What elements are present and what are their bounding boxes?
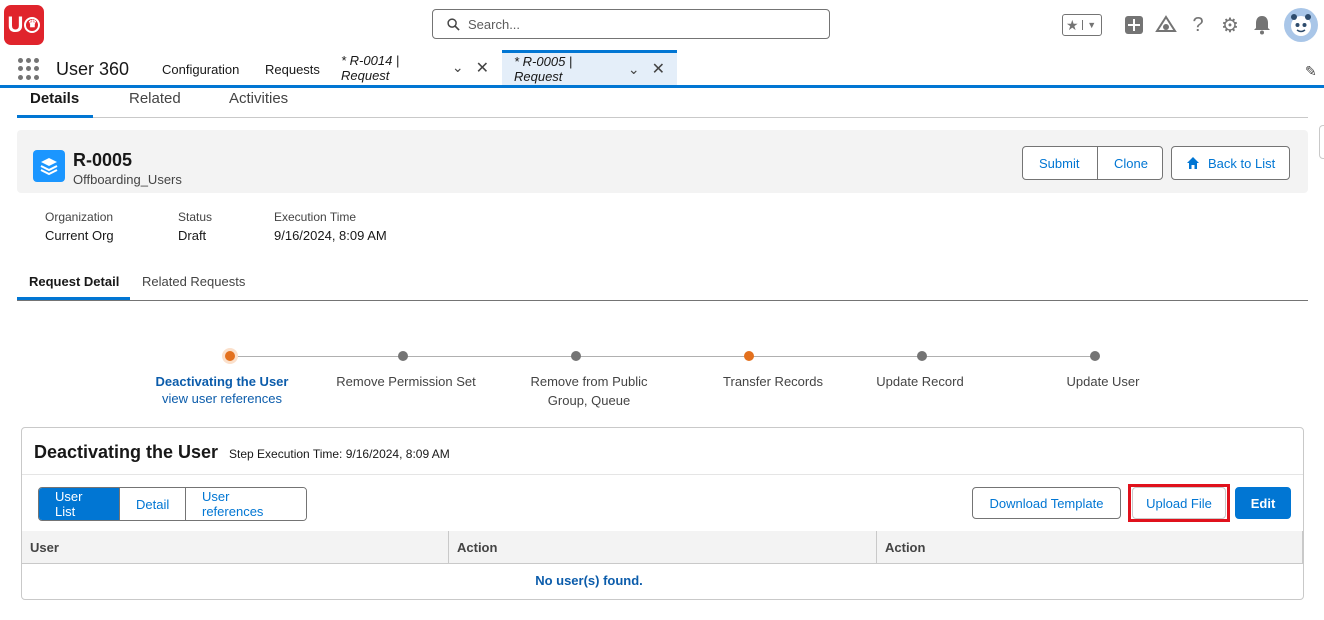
chevron-down-icon[interactable]: ▼ xyxy=(1081,20,1102,30)
path-step-update-record[interactable]: Update Record xyxy=(840,372,1000,391)
step-title: Deactivating the User xyxy=(34,442,219,462)
field-label-execution-time: Execution Time xyxy=(274,210,357,224)
nav-tab-label: * R-0014 | Request xyxy=(341,52,400,83)
path-step-dot[interactable] xyxy=(398,351,408,361)
close-icon[interactable]: ✕ xyxy=(476,58,489,78)
app-logo[interactable]: U ♛ xyxy=(4,5,44,45)
app-launcher-icon[interactable] xyxy=(18,58,40,80)
user-references-button[interactable]: User references xyxy=(185,488,306,520)
close-icon[interactable]: ✕ xyxy=(652,59,665,79)
field-value-execution-time: 9/16/2024, 8:09 AM xyxy=(274,228,387,243)
submit-button[interactable]: Submit xyxy=(1023,147,1097,179)
nav-item-configuration[interactable]: Configuration xyxy=(162,62,239,77)
record-subtitle: Offboarding_Users xyxy=(73,172,182,187)
bell-icon[interactable] xyxy=(1246,9,1278,41)
path-step-update-user[interactable]: Update User xyxy=(1023,372,1183,391)
layers-icon xyxy=(33,150,65,182)
step-execution-time: Step Execution Time: 9/16/2024, 8:09 AM xyxy=(229,447,450,461)
active-subtab-indicator xyxy=(17,297,130,300)
search-icon xyxy=(447,17,460,31)
column-header-action[interactable]: Action xyxy=(449,531,876,564)
global-search-input[interactable]: Search... xyxy=(432,9,830,39)
chevron-down-icon[interactable]: ⌄ xyxy=(452,59,464,76)
trailhead-icon[interactable] xyxy=(1150,9,1182,41)
clone-button[interactable]: Clone xyxy=(1097,147,1162,179)
user-list-button[interactable]: User List xyxy=(39,488,119,520)
nav-item-requests[interactable]: Requests xyxy=(265,62,320,77)
download-template-button[interactable]: Download Template xyxy=(972,487,1121,519)
utility-panel-handle[interactable] xyxy=(1319,125,1324,159)
header-actions: ★ ▼ ? ⚙ xyxy=(1062,8,1318,42)
path-step-dot[interactable] xyxy=(917,351,927,361)
path-step-dot[interactable] xyxy=(1090,351,1100,361)
column-divider xyxy=(1302,531,1303,564)
nav-tab-label: * R-0005 | Request xyxy=(514,54,573,84)
field-label-status: Status xyxy=(178,210,213,224)
field-value-organization: Current Org xyxy=(45,228,114,243)
detail-button[interactable]: Detail xyxy=(119,488,185,520)
user-avatar[interactable] xyxy=(1284,8,1318,42)
upload-file-highlight xyxy=(1128,484,1230,522)
nav-tab-r-0014[interactable]: * R-0014 | Request ⌄ ✕ xyxy=(329,50,501,85)
record-tabs xyxy=(17,88,1308,118)
tab-activities[interactable]: Activities xyxy=(229,90,288,107)
back-to-list-label: Back to List xyxy=(1208,155,1276,171)
astro-avatar-icon xyxy=(1291,14,1311,36)
card-divider xyxy=(22,474,1303,475)
column-header-action-2[interactable]: Action xyxy=(877,531,1303,564)
field-label-organization: Organization xyxy=(45,210,114,224)
edit-nav-pencil-icon[interactable]: ✎ xyxy=(1305,63,1317,80)
path-step-dot-current[interactable] xyxy=(225,351,235,361)
active-tab-indicator xyxy=(17,115,93,118)
nav-tab-r-0005[interactable]: * R-0005 | Request ⌄ ✕ xyxy=(502,50,677,85)
tab-related-requests[interactable]: Related Requests xyxy=(142,274,245,289)
path-step-deactivating-user[interactable]: Deactivating the User xyxy=(142,372,302,391)
setup-gear-icon[interactable]: ⚙ xyxy=(1214,9,1246,41)
path-step-dot[interactable] xyxy=(571,351,581,361)
star-icon[interactable]: ★ xyxy=(1063,17,1082,34)
global-actions-add-icon[interactable] xyxy=(1118,9,1150,41)
edit-button[interactable]: Edit xyxy=(1235,487,1291,519)
path-connector-line xyxy=(235,356,1097,357)
search-placeholder: Search... xyxy=(468,16,521,32)
field-value-status: Draft xyxy=(178,228,207,243)
tab-request-detail[interactable]: Request Detail xyxy=(29,274,119,289)
path-step-transfer-records[interactable]: Transfer Records xyxy=(693,372,853,391)
favorites-button[interactable]: ★ ▼ xyxy=(1062,14,1102,36)
tab-details[interactable]: Details xyxy=(30,90,79,107)
view-user-references-link[interactable]: view user references xyxy=(142,391,302,406)
path-step-remove-permission-set[interactable]: Remove Permission Set xyxy=(326,372,486,391)
empty-table-message: No user(s) found. xyxy=(535,573,643,588)
help-icon[interactable]: ? xyxy=(1182,9,1214,41)
home-icon xyxy=(1187,157,1199,169)
tab-related[interactable]: Related xyxy=(129,90,181,107)
record-title: R-0005 xyxy=(73,150,133,170)
back-to-list-button[interactable]: Back to List xyxy=(1171,146,1291,180)
step-view-toggle: User List Detail User references xyxy=(38,487,307,521)
path-step-remove-from-group[interactable]: Remove from Public Group, Queue xyxy=(509,372,669,410)
column-header-user[interactable]: User xyxy=(22,531,448,564)
chevron-down-icon[interactable]: ⌄ xyxy=(628,61,640,78)
record-action-group: Submit Clone xyxy=(1022,146,1163,180)
app-name: User 360 xyxy=(56,59,130,79)
path-step-dot-warning[interactable] xyxy=(744,351,754,361)
